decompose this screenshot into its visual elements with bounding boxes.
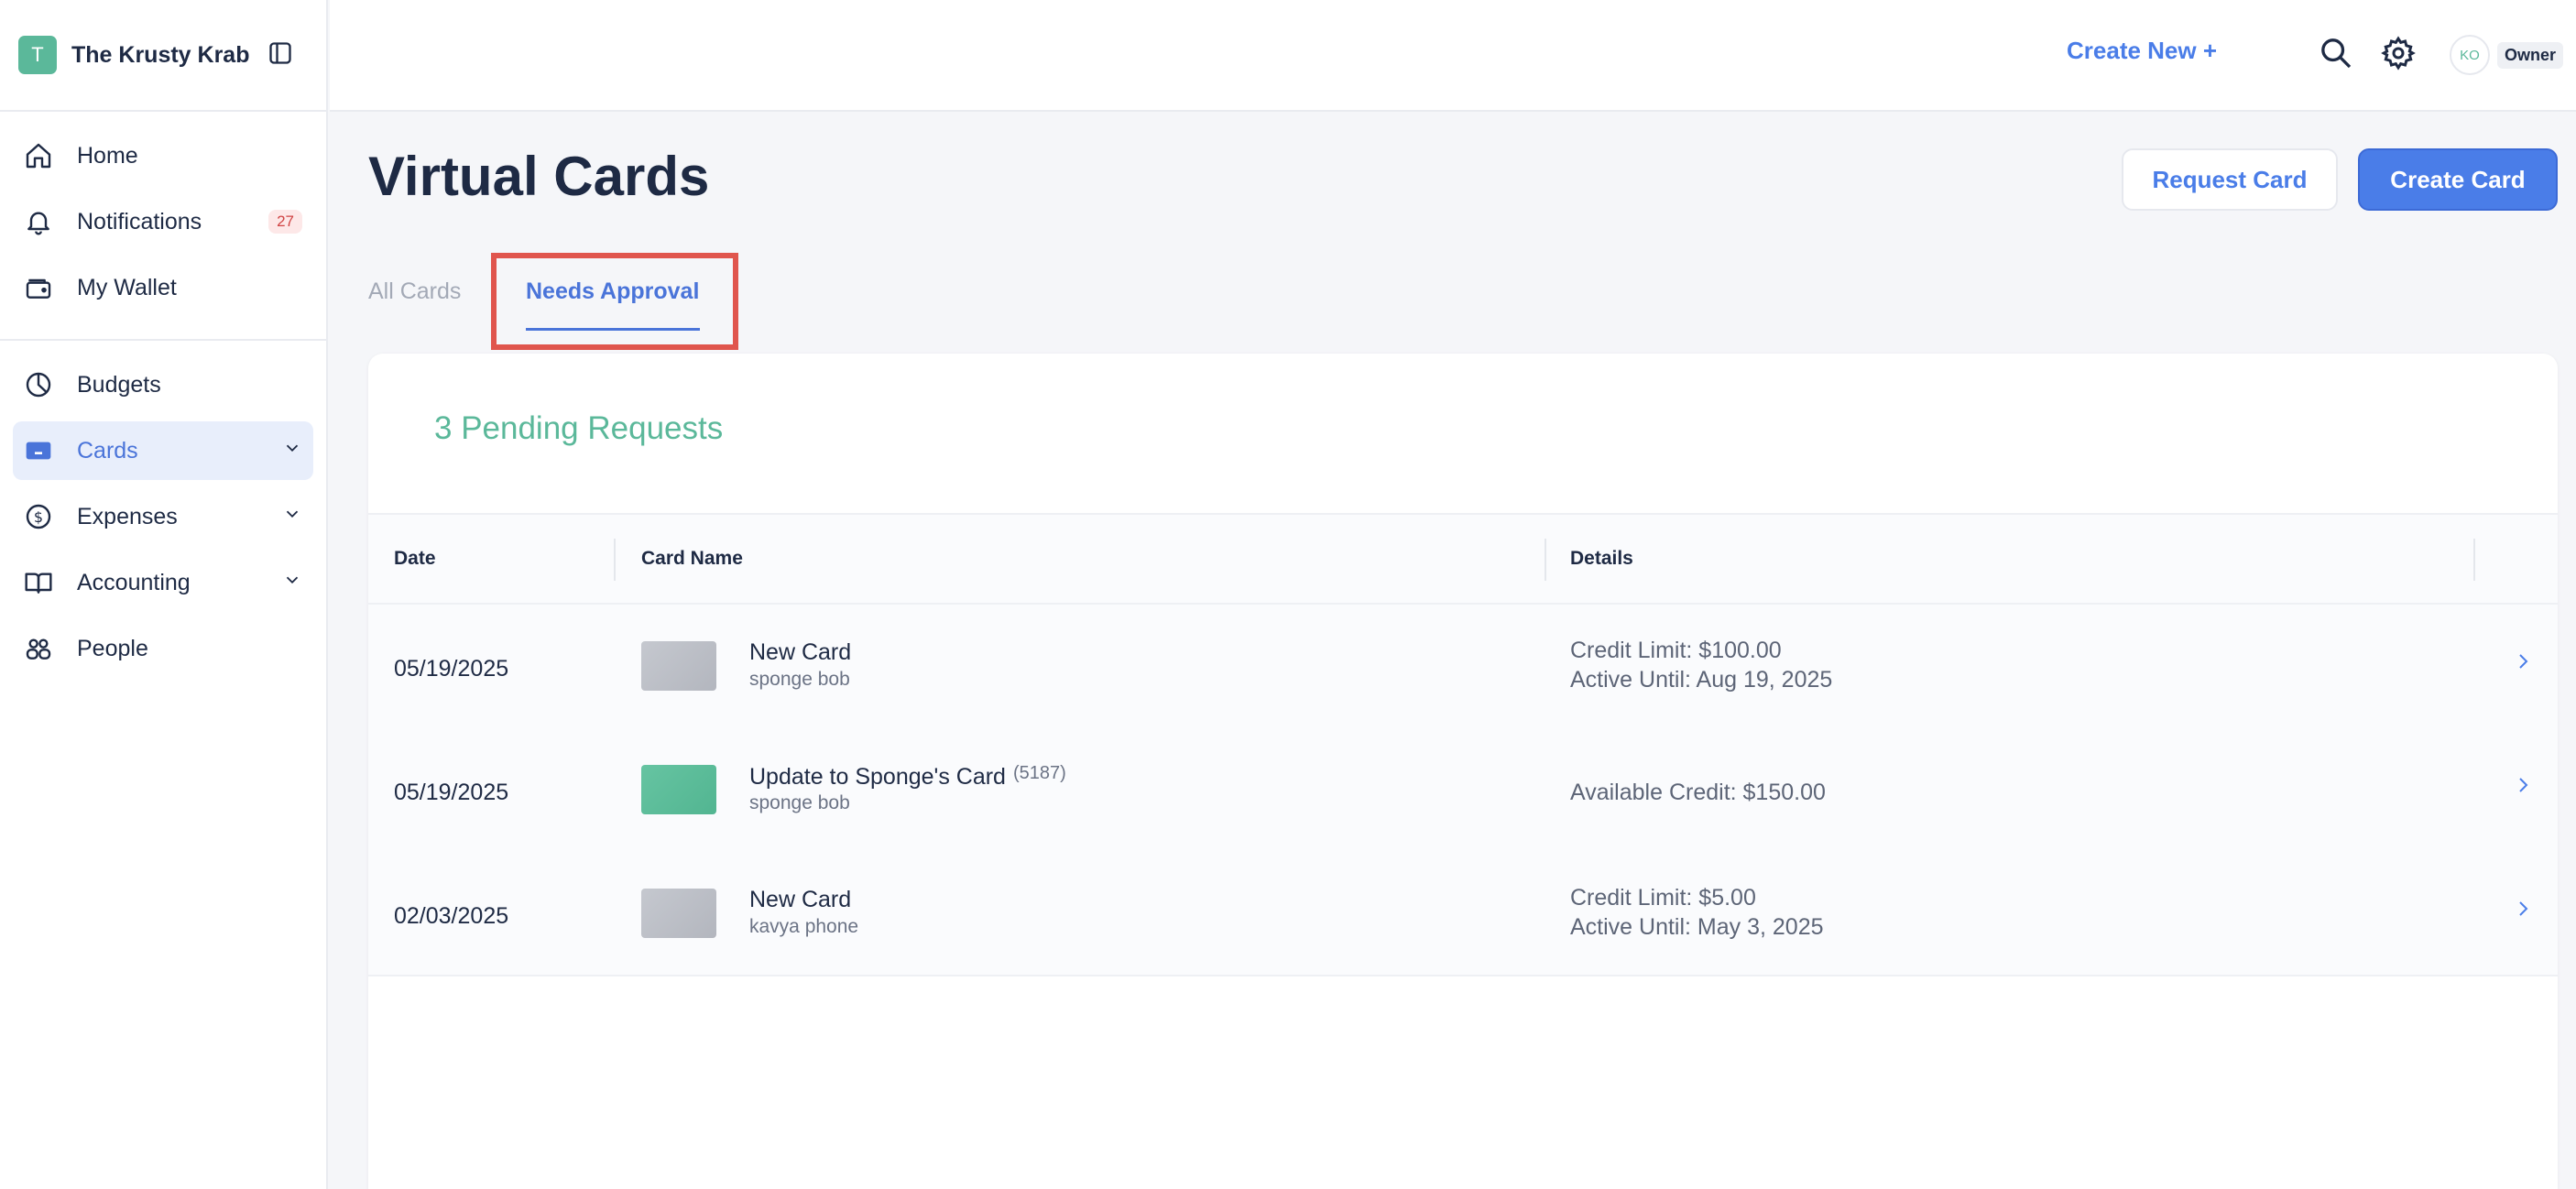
sidebar-item-home[interactable]: Home xyxy=(13,126,313,185)
sidebar-item-people[interactable]: People xyxy=(13,619,313,678)
create-new-link[interactable]: Create New + xyxy=(2067,37,2217,65)
tab-all-cards[interactable]: All Cards xyxy=(368,278,461,305)
home-icon xyxy=(20,137,57,174)
nav-group-secondary: Budgets Cards $ Expenses Accounting Peop… xyxy=(0,341,326,700)
chevron-down-icon[interactable] xyxy=(282,570,302,596)
row-detail-available-credit: Available Credit: $150.00 xyxy=(1570,780,1826,805)
card-thumbnail xyxy=(641,889,716,938)
row-card-owner: kavya phone xyxy=(749,916,859,937)
column-header-card-name[interactable]: Card Name xyxy=(641,548,743,570)
brand-header: T The Krusty Krab xyxy=(0,0,326,112)
sidebar-toggle-icon[interactable] xyxy=(267,40,293,71)
bell-icon xyxy=(20,203,57,240)
row-detail-credit-limit: Credit Limit: $5.00 xyxy=(1570,885,1756,911)
sidebar-item-label: People xyxy=(77,635,148,661)
brand-avatar[interactable]: T xyxy=(18,36,57,74)
sidebar-item-label: Notifications xyxy=(77,208,202,235)
sidebar-item-my-wallet[interactable]: My Wallet xyxy=(13,258,313,317)
user-avatar: KO xyxy=(2450,35,2490,75)
table-header: Date Card Name Details xyxy=(368,513,2558,605)
search-icon[interactable] xyxy=(2318,35,2354,76)
sidebar-item-label: Budgets xyxy=(77,371,161,398)
card-thumbnail xyxy=(641,765,716,814)
svg-text:$: $ xyxy=(34,508,43,526)
sidebar-item-label: Cards xyxy=(77,437,138,464)
row-card-name: Update to Sponge's Card (5187) xyxy=(749,763,1066,790)
sidebar-item-label: My Wallet xyxy=(77,274,177,300)
row-card-owner: sponge bob xyxy=(749,792,850,813)
card-thumbnail xyxy=(641,641,716,691)
chevron-down-icon[interactable] xyxy=(282,504,302,530)
row-date: 05/19/2025 xyxy=(394,780,509,805)
sidebar-item-label: Expenses xyxy=(77,503,178,529)
card-last-four: (5187) xyxy=(1012,763,1066,783)
sidebar-item-expenses[interactable]: $ Expenses xyxy=(13,487,313,546)
top-bar: Create New + KO Owner xyxy=(330,0,2576,112)
credit-card-icon xyxy=(20,432,57,469)
wallet-icon xyxy=(20,269,57,306)
sidebar-item-cards[interactable]: Cards xyxy=(13,421,313,480)
people-icon xyxy=(20,630,57,667)
chevron-down-icon[interactable] xyxy=(282,438,302,464)
sidebar-item-label: Accounting xyxy=(77,569,191,595)
user-menu[interactable]: KO Owner xyxy=(2450,35,2564,75)
column-divider xyxy=(2473,539,2475,581)
pending-requests-summary: 3 Pending Requests xyxy=(434,410,724,446)
pie-chart-icon xyxy=(20,366,57,403)
column-header-date[interactable]: Date xyxy=(394,548,436,570)
gear-icon[interactable] xyxy=(2380,35,2417,76)
table-row[interactable]: 05/19/2025 New Card sponge bob Credit Li… xyxy=(368,605,2558,728)
row-detail-credit-limit: Credit Limit: $100.00 xyxy=(1570,638,1782,663)
row-date: 02/03/2025 xyxy=(394,903,509,929)
sidebar-item-notifications[interactable]: Notifications 27 xyxy=(13,192,313,251)
sidebar: T The Krusty Krab Home Notifications 27 xyxy=(0,0,328,1189)
row-detail-active-until: Active Until: Aug 19, 2025 xyxy=(1570,667,1833,693)
column-header-details[interactable]: Details xyxy=(1570,548,1633,570)
sidebar-item-label: Home xyxy=(77,142,138,169)
create-card-button[interactable]: Create Card xyxy=(2358,148,2558,211)
table-body: 05/19/2025 New Card sponge bob Credit Li… xyxy=(368,605,2558,976)
column-divider xyxy=(1545,539,1546,581)
dollar-circle-icon: $ xyxy=(20,498,57,535)
row-detail-active-until: Active Until: May 3, 2025 xyxy=(1570,914,1824,940)
row-card-name: New Card xyxy=(749,639,852,665)
table-row[interactable]: 02/03/2025 New Card kavya phone Credit L… xyxy=(368,852,2558,976)
highlight-annotation xyxy=(491,253,738,350)
book-icon xyxy=(20,564,57,601)
chevron-right-icon[interactable] xyxy=(2512,898,2534,924)
request-card-button[interactable]: Request Card xyxy=(2122,148,2338,211)
nav-group-primary: Home Notifications 27 My Wallet xyxy=(0,112,326,341)
brand-name[interactable]: The Krusty Krab xyxy=(71,42,249,69)
role-badge: Owner xyxy=(2497,41,2564,69)
chevron-right-icon[interactable] xyxy=(2512,774,2534,801)
sidebar-item-accounting[interactable]: Accounting xyxy=(13,553,313,612)
sidebar-item-budgets[interactable]: Budgets xyxy=(13,355,313,414)
notifications-count-badge: 27 xyxy=(268,210,302,234)
requests-panel: 3 Pending Requests Date Card Name Detail… xyxy=(368,354,2558,1189)
page-title: Virtual Cards xyxy=(368,146,710,207)
chevron-right-icon[interactable] xyxy=(2512,650,2534,677)
row-card-name: New Card xyxy=(749,887,852,912)
table-row[interactable]: 05/19/2025 Update to Sponge's Card (5187)… xyxy=(368,728,2558,852)
column-divider xyxy=(614,539,616,581)
row-card-owner: sponge bob xyxy=(749,669,850,690)
row-date: 05/19/2025 xyxy=(394,656,509,682)
